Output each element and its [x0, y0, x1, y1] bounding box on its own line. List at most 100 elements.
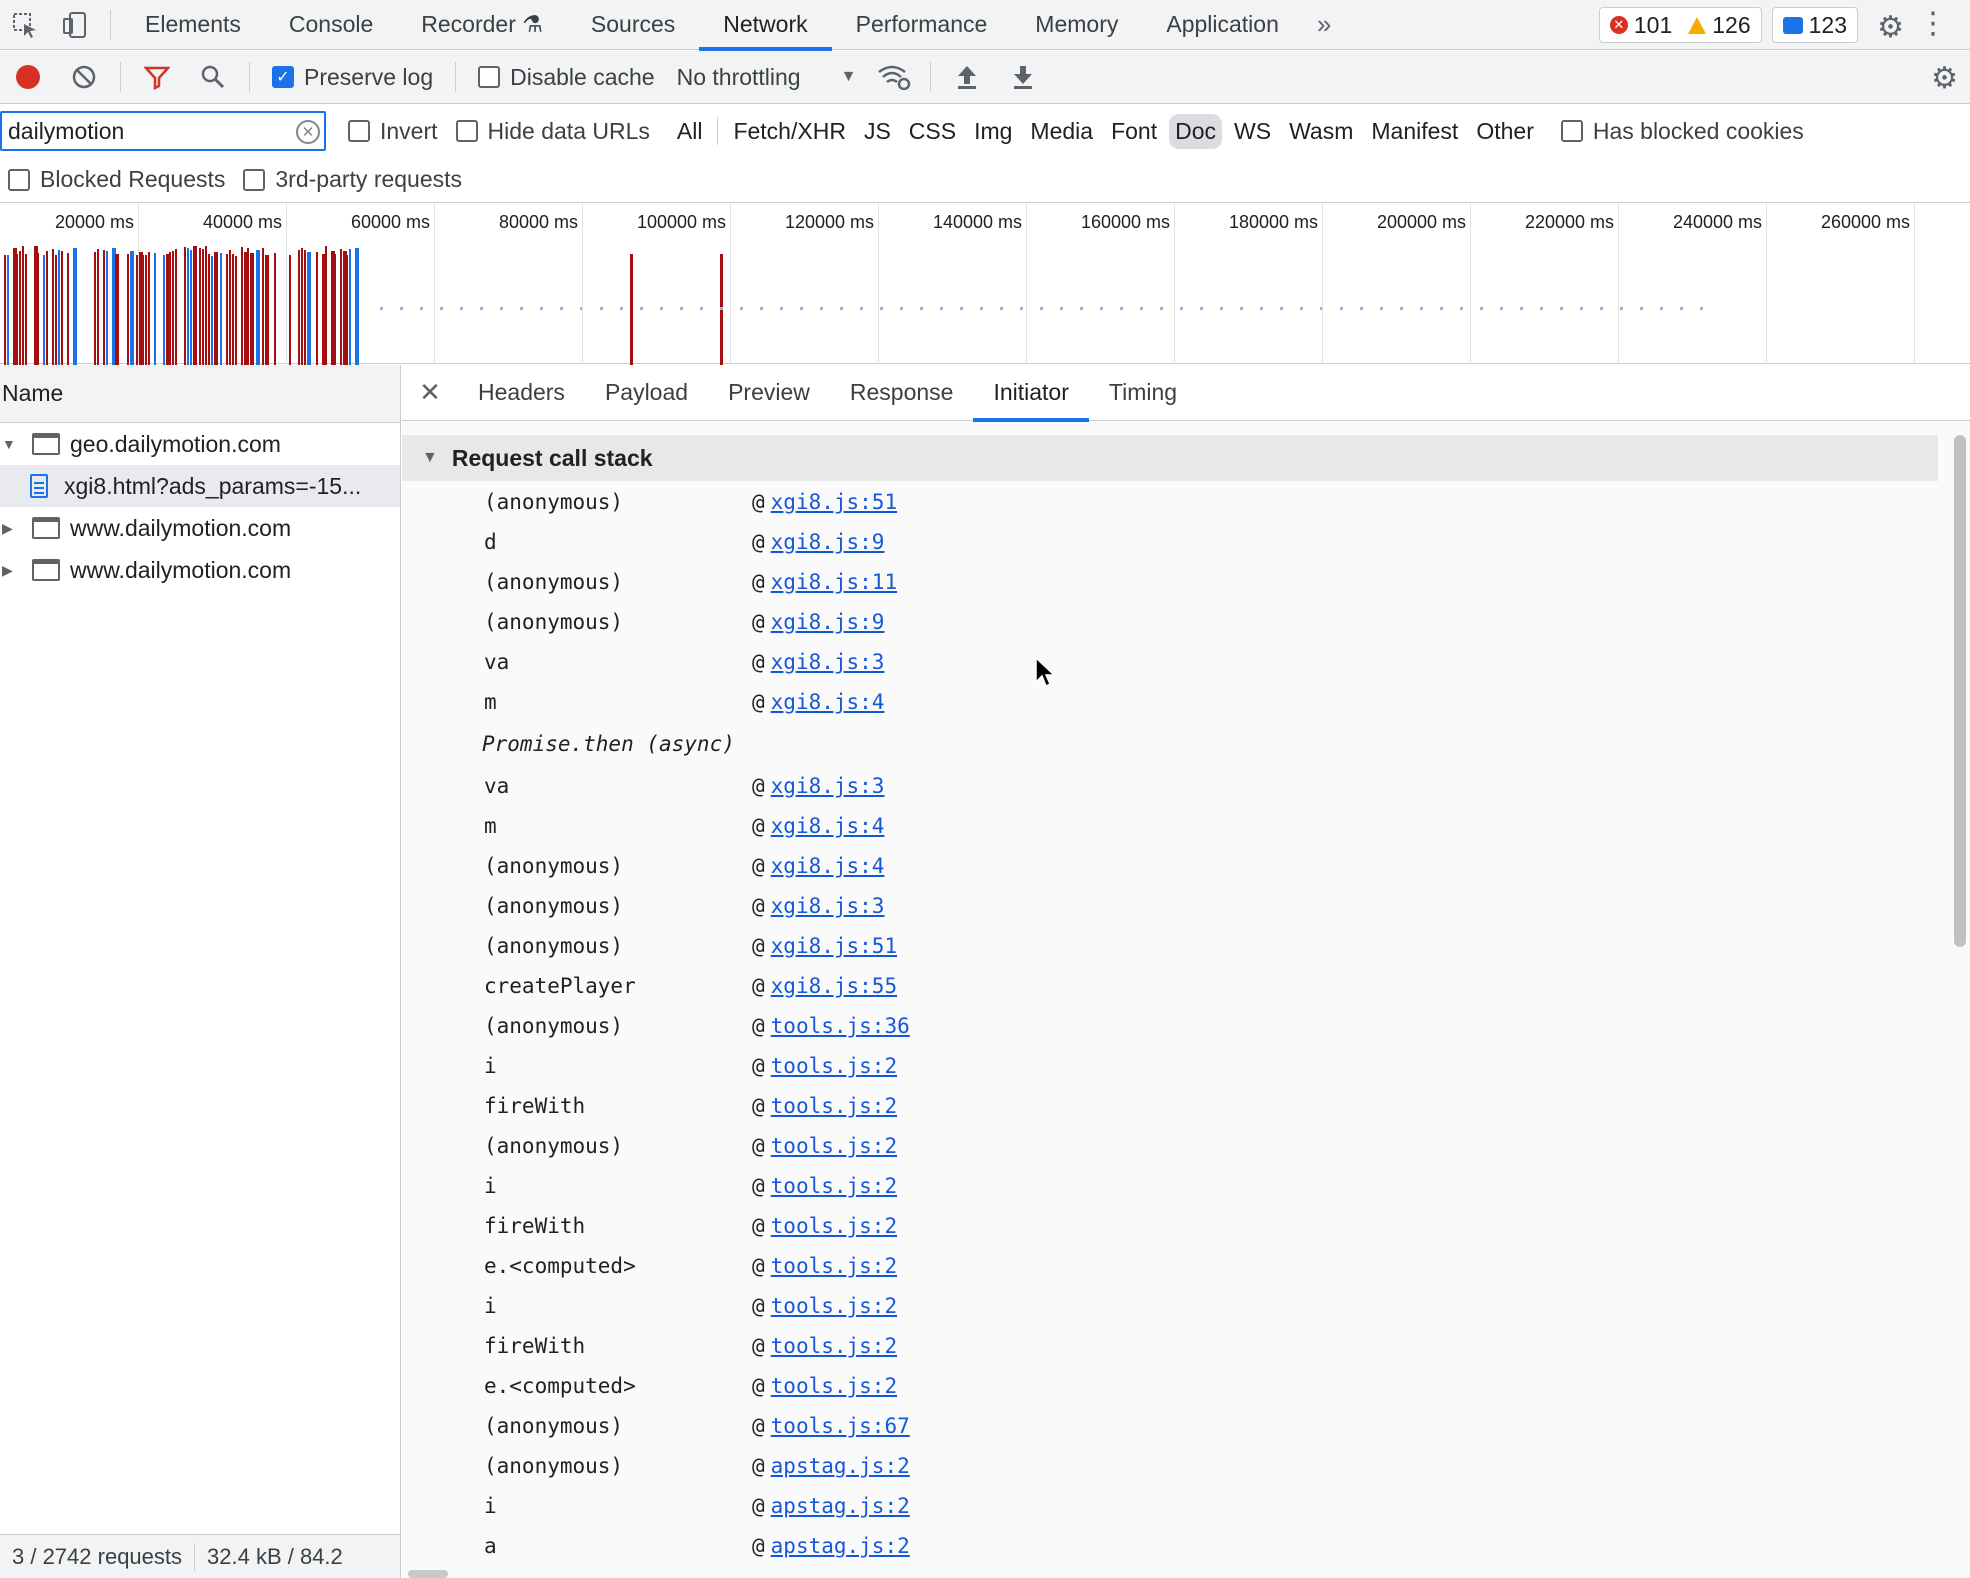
type-js[interactable]: JS	[858, 114, 897, 149]
request-row[interactable]: ▶ www.dailymotion.com	[0, 507, 400, 549]
source-link[interactable]: apstag.js:2	[771, 1454, 910, 1478]
tab-timing[interactable]: Timing	[1089, 365, 1197, 421]
network-settings-gear-icon[interactable]: ⚙	[1931, 61, 1958, 96]
source-link[interactable]: xgi8.js:9	[771, 530, 885, 554]
network-conditions-button[interactable]	[866, 51, 922, 104]
request-row[interactable]: xgi8.html?ads_params=-15...	[0, 465, 400, 507]
tab-memory[interactable]: Memory	[1011, 0, 1142, 50]
clear-button[interactable]	[56, 51, 112, 104]
checkbox-box	[348, 120, 370, 142]
source-link[interactable]: tools.js:36	[771, 1014, 910, 1038]
type-ws[interactable]: WS	[1228, 114, 1277, 149]
vertical-scrollbar[interactable]	[1952, 425, 1968, 1575]
tab-sources[interactable]: Sources	[567, 0, 699, 50]
messages-badge[interactable]: 123	[1771, 7, 1858, 43]
type-media[interactable]: Media	[1024, 114, 1099, 149]
type-manifest[interactable]: Manifest	[1365, 114, 1464, 149]
call-stack-section-header[interactable]: ▼ Request call stack	[402, 435, 1938, 481]
source-link[interactable]: xgi8.js:11	[771, 570, 897, 594]
source-link[interactable]: xgi8.js:3	[771, 894, 885, 918]
invert-checkbox[interactable]: Invert	[348, 118, 438, 145]
type-wasm[interactable]: Wasm	[1283, 114, 1359, 149]
type-fetch-xhr[interactable]: Fetch/XHR	[727, 114, 851, 149]
request-dot	[700, 307, 703, 310]
hide-data-urls-checkbox[interactable]: Hide data URLs	[455, 118, 650, 145]
tab-elements[interactable]: Elements	[121, 0, 265, 50]
source-link[interactable]: tools.js:67	[771, 1414, 910, 1438]
source-link[interactable]: tools.js:2	[771, 1054, 897, 1078]
clear-filter-icon[interactable]: ✕	[296, 120, 320, 144]
tab-initiator[interactable]: Initiator	[973, 365, 1090, 422]
search-button[interactable]	[185, 51, 241, 104]
close-detail-icon[interactable]: ✕	[402, 377, 458, 408]
tab-headers[interactable]: Headers	[458, 365, 585, 421]
type-img[interactable]: Img	[968, 114, 1018, 149]
type-other[interactable]: Other	[1470, 114, 1540, 149]
type-css[interactable]: CSS	[903, 114, 962, 149]
collapsed-triangle-icon[interactable]: ▶	[0, 520, 20, 537]
request-bar	[73, 248, 77, 366]
tab-network[interactable]: Network	[699, 0, 832, 51]
request-dot	[1280, 307, 1283, 310]
tab-recorder[interactable]: Recorder ⚗	[397, 0, 567, 50]
source-link[interactable]: xgi8.js:4	[771, 854, 885, 878]
has-blocked-cookies-checkbox[interactable]: Has blocked cookies	[1560, 118, 1804, 145]
settings-gear-icon[interactable]: ⚙	[1877, 10, 1904, 45]
source-link[interactable]: tools.js:2	[771, 1094, 897, 1118]
expanded-triangle-icon[interactable]: ▼	[0, 436, 20, 452]
export-har-button[interactable]	[995, 51, 1051, 104]
source-link[interactable]: apstag.js:2	[771, 1534, 910, 1558]
network-overview-timeline[interactable]: 20000 ms 40000 ms 60000 ms 80000 ms 100000 m…	[0, 204, 1970, 366]
filter-button[interactable]	[129, 51, 185, 104]
source-link[interactable]: xgi8.js:51	[771, 934, 897, 958]
source-link[interactable]: tools.js:2	[771, 1334, 897, 1358]
source-link[interactable]: xgi8.js:3	[771, 774, 885, 798]
type-all[interactable]: All	[671, 114, 709, 149]
filter-input[interactable]: dailymotion ✕	[0, 111, 326, 151]
request-bar	[211, 255, 213, 366]
source-link[interactable]: tools.js:2	[771, 1374, 897, 1398]
type-doc[interactable]: Doc	[1169, 113, 1223, 149]
checkbox-box	[8, 168, 30, 191]
source-link[interactable]: tools.js:2	[771, 1254, 897, 1278]
tab-performance[interactable]: Performance	[832, 0, 1012, 50]
request-row[interactable]: ▼ geo.dailymotion.com	[0, 423, 400, 465]
device-toolbar-icon[interactable]	[50, 0, 100, 50]
source-link[interactable]: xgi8.js:51	[771, 490, 897, 514]
errors-badge[interactable]: ✕ 101 126	[1598, 7, 1762, 43]
source-link[interactable]: xgi8.js:4	[771, 814, 885, 838]
tab-preview[interactable]: Preview	[708, 365, 830, 421]
stack-frame: fireWith @ tools.js:2	[402, 1326, 1938, 1366]
scrollbar-thumb[interactable]	[1954, 435, 1966, 947]
inspect-element-icon[interactable]	[0, 0, 50, 50]
name-column-header[interactable]: Name	[0, 365, 400, 423]
kebab-menu-icon[interactable]: ⋮	[1918, 6, 1948, 41]
source-link[interactable]: tools.js:2	[771, 1174, 897, 1198]
more-tabs-icon[interactable]: »	[1303, 9, 1345, 40]
type-font[interactable]: Font	[1105, 114, 1163, 149]
source-link[interactable]: xgi8.js:55	[771, 974, 897, 998]
tab-application[interactable]: Application	[1142, 0, 1303, 50]
source-link[interactable]: xgi8.js:3	[771, 650, 885, 674]
request-row[interactable]: ▶ www.dailymotion.com	[0, 549, 400, 591]
source-link[interactable]: xgi8.js:4	[771, 690, 885, 714]
blocked-requests-checkbox[interactable]: Blocked Requests	[8, 166, 225, 193]
tab-response[interactable]: Response	[830, 365, 974, 421]
stack-frame: fireWith @ tools.js:2	[402, 1206, 1938, 1246]
throttling-select[interactable]: No throttling ▼	[677, 64, 857, 91]
record-button[interactable]	[0, 51, 56, 104]
horizontal-scrollbar[interactable]	[408, 1570, 448, 1578]
source-link[interactable]: tools.js:2	[771, 1214, 897, 1238]
tab-console[interactable]: Console	[265, 0, 397, 50]
source-link[interactable]: xgi8.js:9	[771, 610, 885, 634]
import-har-button[interactable]	[939, 51, 995, 104]
source-link[interactable]: tools.js:2	[771, 1294, 897, 1318]
disable-cache-checkbox[interactable]: Disable cache	[478, 64, 655, 91]
source-link[interactable]: apstag.js:2	[771, 1494, 910, 1518]
source-link[interactable]: tools.js:2	[771, 1134, 897, 1158]
at-sign: @	[752, 530, 765, 554]
collapsed-triangle-icon[interactable]: ▶	[0, 562, 20, 579]
tab-payload[interactable]: Payload	[585, 365, 708, 421]
preserve-log-checkbox[interactable]: ✓ Preserve log	[272, 64, 433, 91]
third-party-requests-checkbox[interactable]: 3rd-party requests	[243, 166, 462, 193]
